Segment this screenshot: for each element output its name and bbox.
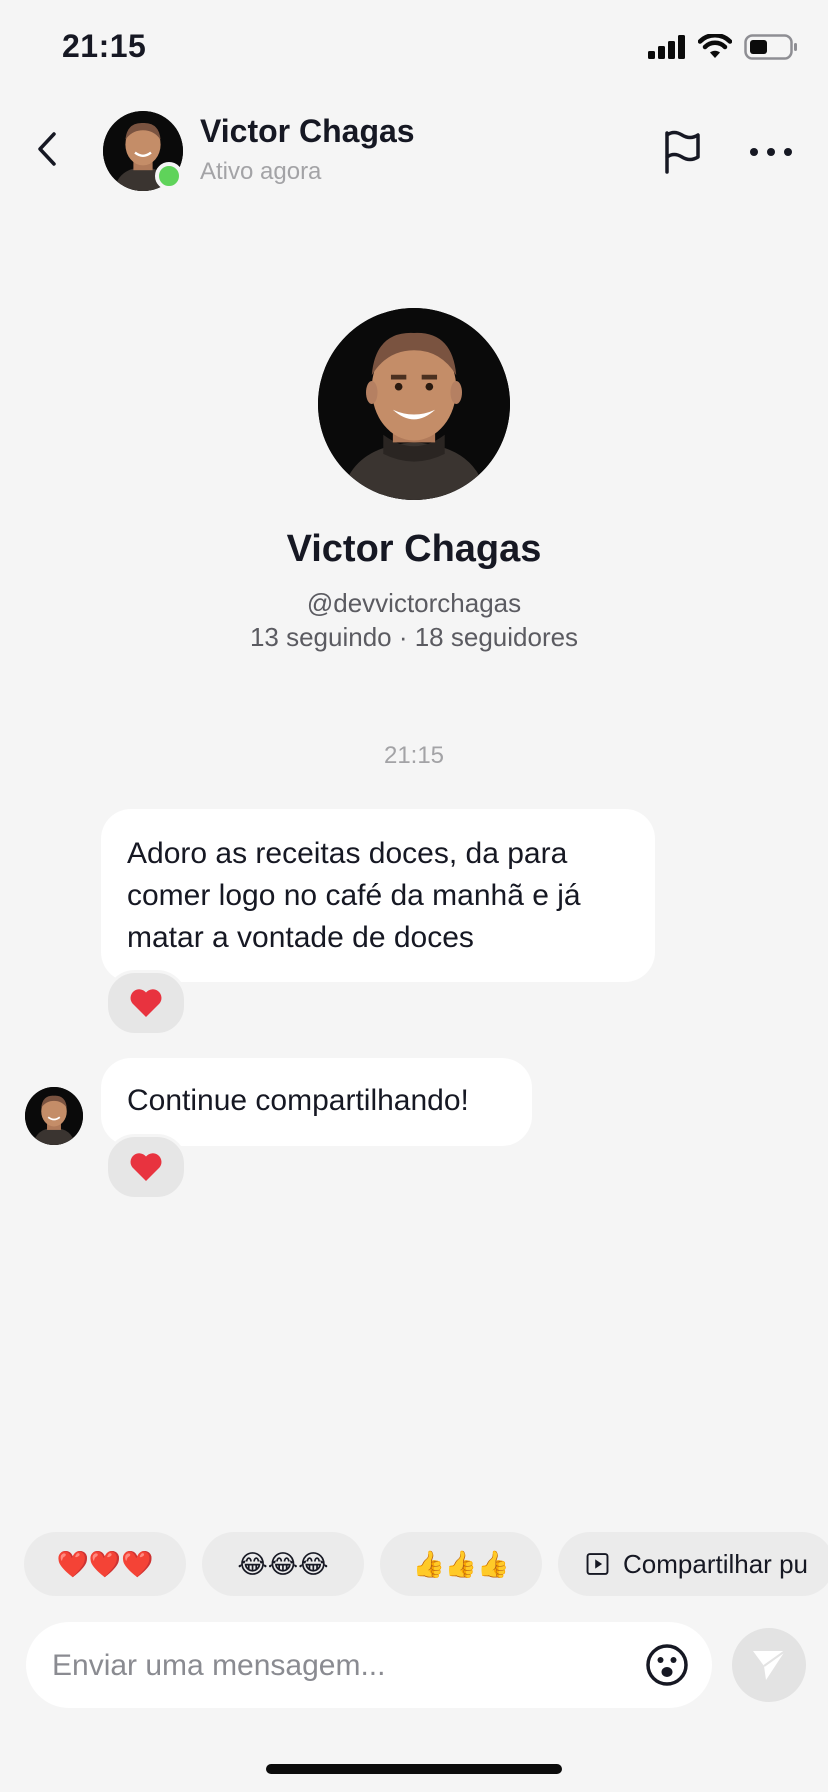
online-indicator [155,162,183,190]
share-post-chip[interactable]: Compartilhar pu [558,1532,828,1596]
profile-handle: @devvictorchagas [306,588,522,618]
share-post-label: Compartilhar pu [623,1548,808,1579]
smiley-icon [646,1644,688,1686]
sender-avatar[interactable] [25,1087,83,1145]
more-horizontal-icon [750,148,792,156]
message-bubble[interactable]: Continue compartilhando! [101,1058,532,1146]
message-reaction[interactable] [105,970,187,1036]
quick-reply-thumbs-up[interactable]: 👍👍👍 [380,1532,542,1596]
message-input[interactable] [50,1622,614,1710]
home-indicator [266,1764,562,1774]
message-composer [26,1622,712,1710]
flag-icon [665,130,700,174]
avatar-image [25,1087,83,1145]
profile-name: Victor Chagas [286,528,542,570]
battery-icon [744,34,797,60]
signal-icon [648,35,685,59]
chevron-left-icon [38,132,56,166]
quick-replies: ❤️❤️❤️ 😂😂😂 👍👍👍 Compartilhar pu [24,1532,828,1596]
heart-icon [130,989,162,1017]
message-timestamp: 21:15 [383,742,445,769]
header-status: Ativo agora [200,158,322,185]
header-name[interactable]: Victor Chagas [200,113,415,150]
play-square-icon [586,1553,609,1575]
wifi-icon [698,34,732,58]
message-bubble[interactable]: Adoro as receitas doces, da para comer l… [101,809,655,982]
profile-avatar[interactable] [318,308,510,500]
more-button[interactable] [748,140,794,164]
quick-reply-hearts[interactable]: ❤️❤️❤️ [24,1532,186,1596]
send-icon [753,1650,786,1680]
quick-reply-laughing[interactable]: 😂😂😂 [202,1532,364,1596]
message-reaction[interactable] [105,1134,187,1200]
emoji-button[interactable] [645,1643,689,1687]
profile-stats: 13 seguindo · 18 seguidores [249,622,579,652]
status-time: 21:15 [62,28,147,64]
avatar-image [318,308,510,500]
heart-icon [130,1153,162,1181]
back-button[interactable] [26,126,72,172]
send-button[interactable] [732,1628,806,1702]
report-button[interactable] [660,128,706,174]
status-icons [648,34,798,60]
